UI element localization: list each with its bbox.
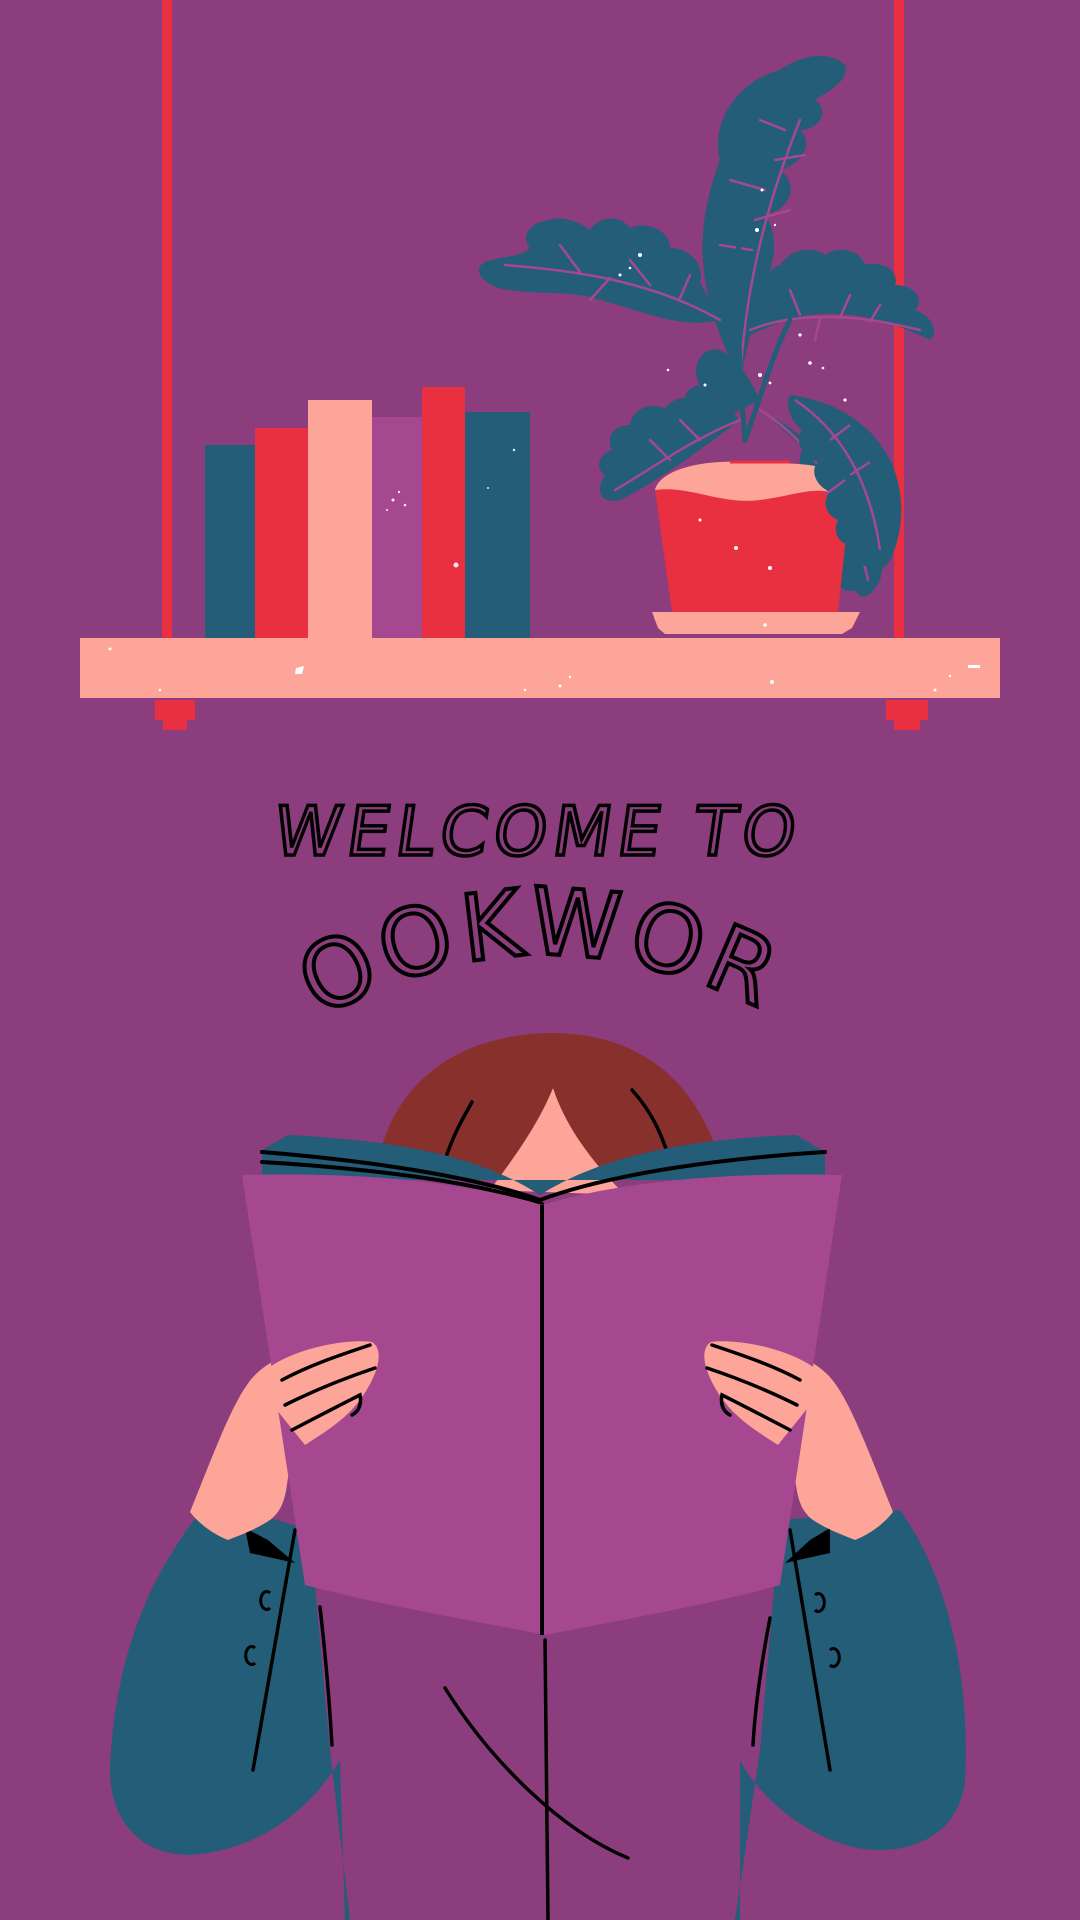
- book-purple: [372, 417, 422, 640]
- book-red-2: [422, 387, 465, 640]
- welcome-heading: WELCOME TO: [269, 793, 807, 872]
- plant-saucer: [652, 612, 860, 634]
- shelf-board: [80, 638, 1000, 698]
- book-teal-1: [205, 445, 255, 640]
- poster-illustration: WELCOME TO BOOKWORM: [0, 0, 1000, 1920]
- shelf-hanger-left: [155, 0, 195, 730]
- poster-canvas: WELCOME TO BOOKWORM: [0, 0, 1080, 1920]
- book-red-1: [255, 428, 308, 640]
- potted-plant: [479, 55, 935, 634]
- books-on-shelf: [205, 387, 530, 640]
- shelf-hanger-right: [886, 0, 928, 730]
- book-teal-2: [465, 412, 530, 640]
- book-peach: [308, 400, 372, 640]
- reader-figure: [110, 1033, 966, 1920]
